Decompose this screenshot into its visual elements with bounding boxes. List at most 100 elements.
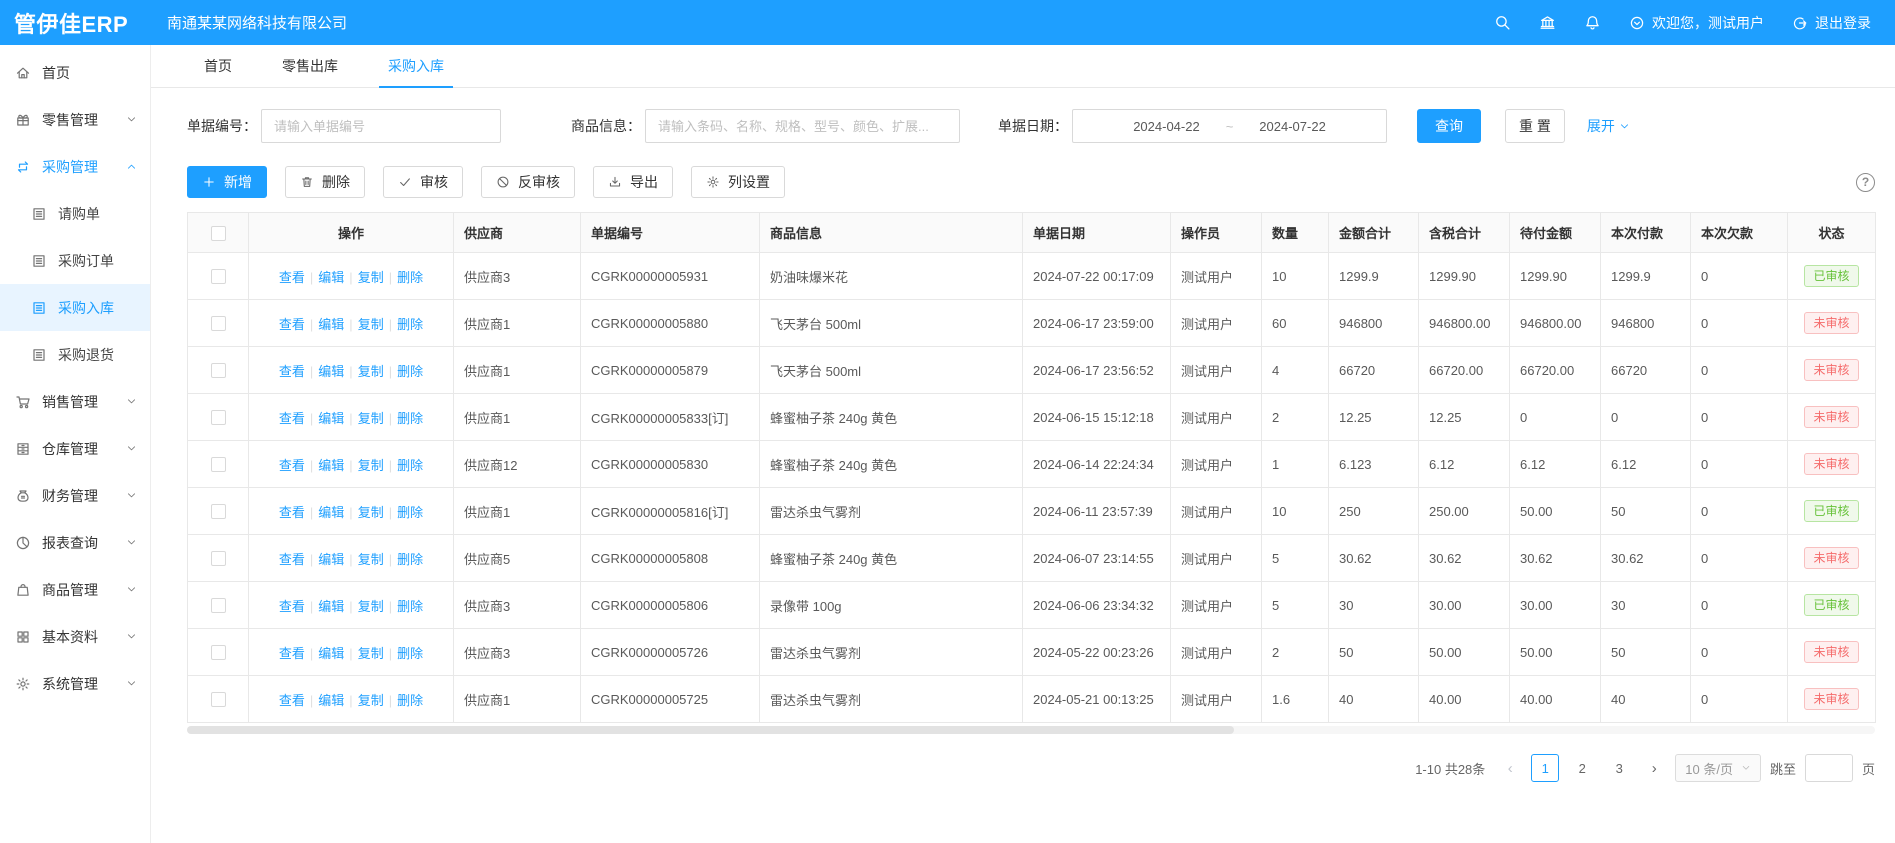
page-button-1[interactable]: 1 [1531,754,1559,782]
row-checkbox[interactable] [211,504,226,519]
next-page-arrow[interactable]: › [1642,754,1666,782]
delete-link[interactable]: 删除 [397,458,423,473]
copy-link[interactable]: 复制 [358,552,384,567]
row-checkbox[interactable] [211,457,226,472]
sidebar-item-purchase-request[interactable]: 请购单 [0,190,150,237]
copy-link[interactable]: 复制 [358,646,384,661]
row-checkbox[interactable] [211,316,226,331]
delete-link[interactable]: 删除 [397,599,423,614]
sidebar-item-retail-mgmt[interactable]: 零售管理 [0,96,150,143]
delete-link[interactable]: 删除 [397,552,423,567]
sidebar-item-purchase-return[interactable]: 采购退货 [0,331,150,378]
copy-link[interactable]: 复制 [358,693,384,708]
sidebar-item-sales-mgmt[interactable]: 销售管理 [0,378,150,425]
link-separator: | [310,270,313,285]
edit-link[interactable]: 编辑 [318,552,344,567]
sidebar-item-report-query[interactable]: 报表查询 [0,519,150,566]
row-checkbox[interactable] [211,598,226,613]
goods-info-input[interactable] [645,109,960,143]
add-button[interactable]: 新增 [187,166,267,198]
cell-select [188,441,249,488]
copy-link[interactable]: 复制 [358,317,384,332]
edit-link[interactable]: 编辑 [318,505,344,520]
search-icon[interactable] [1494,14,1511,31]
sidebar-item-finance-mgmt[interactable]: 财务管理 [0,472,150,519]
view-link[interactable]: 查看 [279,364,305,379]
page-size-select[interactable]: 10 条/页 [1675,754,1761,782]
view-link[interactable]: 查看 [279,693,305,708]
select-all-checkbox[interactable] [211,226,226,241]
date-range-picker[interactable]: 2024-04-22 ~ 2024-07-22 [1072,109,1387,143]
search-button[interactable]: 查询 [1417,109,1481,143]
row-checkbox[interactable] [211,551,226,566]
view-link[interactable]: 查看 [279,458,305,473]
sidebar-item-goods-mgmt[interactable]: 商品管理 [0,566,150,613]
page-button-3[interactable]: 3 [1605,754,1633,782]
prev-page-arrow[interactable]: ‹ [1498,754,1522,782]
copy-link[interactable]: 复制 [358,599,384,614]
edit-link[interactable]: 编辑 [318,270,344,285]
bill-no-input[interactable] [261,109,501,143]
view-link[interactable]: 查看 [279,411,305,426]
view-link[interactable]: 查看 [279,552,305,567]
copy-link[interactable]: 复制 [358,458,384,473]
view-link[interactable]: 查看 [279,599,305,614]
edit-link[interactable]: 编辑 [318,599,344,614]
copy-link[interactable]: 复制 [358,505,384,520]
unaudit-button[interactable]: 反审核 [481,166,575,198]
row-checkbox[interactable] [211,645,226,660]
copy-link[interactable]: 复制 [358,411,384,426]
tab-retail-outbound[interactable]: 零售出库 [257,45,363,87]
delete-link[interactable]: 删除 [397,364,423,379]
row-checkbox[interactable] [211,410,226,425]
scrollbar-thumb[interactable] [187,726,1234,734]
delete-link[interactable]: 删除 [397,270,423,285]
bank-icon[interactable] [1539,14,1556,31]
row-checkbox[interactable] [211,692,226,707]
delete-link[interactable]: 删除 [397,693,423,708]
jump-page-input[interactable] [1805,754,1853,782]
delete-link[interactable]: 删除 [397,505,423,520]
tab-home[interactable]: 首页 [179,45,257,87]
edit-link[interactable]: 编辑 [318,646,344,661]
view-link[interactable]: 查看 [279,317,305,332]
delete-link[interactable]: 删除 [397,411,423,426]
sidebar-item-purchase-order[interactable]: 采购订单 [0,237,150,284]
row-checkbox[interactable] [211,269,226,284]
cell-tax-amount: 250.00 [1419,488,1510,535]
bell-icon[interactable] [1584,14,1601,31]
sidebar-item-system-mgmt[interactable]: 系统管理 [0,660,150,707]
copy-link[interactable]: 复制 [358,364,384,379]
column-settings-button[interactable]: 列设置 [691,166,785,198]
sidebar-item-base-data[interactable]: 基本资料 [0,613,150,660]
edit-link[interactable]: 编辑 [318,458,344,473]
sidebar-item-purchase-mgmt[interactable]: 采购管理 [0,143,150,190]
help-icon[interactable]: ? [1856,173,1875,192]
view-link[interactable]: 查看 [279,505,305,520]
sidebar-item-purchase-inbound[interactable]: 采购入库 [0,284,150,331]
export-button[interactable]: 导出 [593,166,673,198]
edit-link[interactable]: 编辑 [318,411,344,426]
tab-purchase-inbound[interactable]: 采购入库 [363,45,469,87]
user-welcome[interactable]: 欢迎您，测试用户 [1629,13,1764,33]
sidebar-item-home[interactable]: 首页 [0,49,150,96]
view-link[interactable]: 查看 [279,646,305,661]
audit-button[interactable]: 审核 [383,166,463,198]
edit-link[interactable]: 编辑 [318,364,344,379]
expand-link[interactable]: 展开 [1587,116,1630,136]
reset-button[interactable]: 重 置 [1505,109,1565,143]
page-button-2[interactable]: 2 [1568,754,1596,782]
copy-link[interactable]: 复制 [358,270,384,285]
date-start[interactable]: 2024-04-22 [1133,119,1200,134]
row-checkbox[interactable] [211,363,226,378]
edit-link[interactable]: 编辑 [318,317,344,332]
logout-button[interactable]: 退出登录 [1792,13,1871,33]
delete-button[interactable]: 删除 [285,166,365,198]
delete-link[interactable]: 删除 [397,317,423,332]
view-link[interactable]: 查看 [279,270,305,285]
sidebar-item-warehouse-mgmt[interactable]: 仓库管理 [0,425,150,472]
delete-link[interactable]: 删除 [397,646,423,661]
date-end[interactable]: 2024-07-22 [1259,119,1326,134]
edit-link[interactable]: 编辑 [318,693,344,708]
gear-icon [15,676,31,692]
